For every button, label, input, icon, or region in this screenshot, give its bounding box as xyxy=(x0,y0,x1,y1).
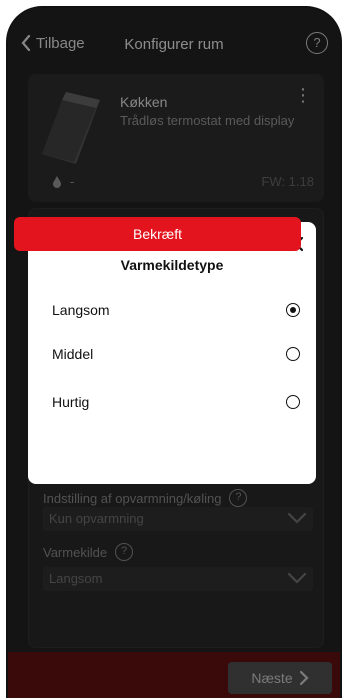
option-hurtig[interactable]: Hurtig xyxy=(38,386,314,418)
confirm-button[interactable]: Bekræft xyxy=(14,217,301,251)
heat-source-dialog: Varmekildetype Langsom Middel Hurtig xyxy=(28,222,316,484)
option-langsom[interactable]: Langsom xyxy=(38,294,314,326)
radio-unselected[interactable] xyxy=(286,395,300,409)
option-label: Langsom xyxy=(52,302,110,318)
option-label: Middel xyxy=(52,346,94,362)
radio-unselected[interactable] xyxy=(286,347,300,361)
dialog-title: Varmekildetype xyxy=(120,257,224,273)
option-label: Hurtig xyxy=(52,394,90,410)
option-middel[interactable]: Middel xyxy=(38,338,314,370)
radio-selected[interactable] xyxy=(286,303,300,317)
